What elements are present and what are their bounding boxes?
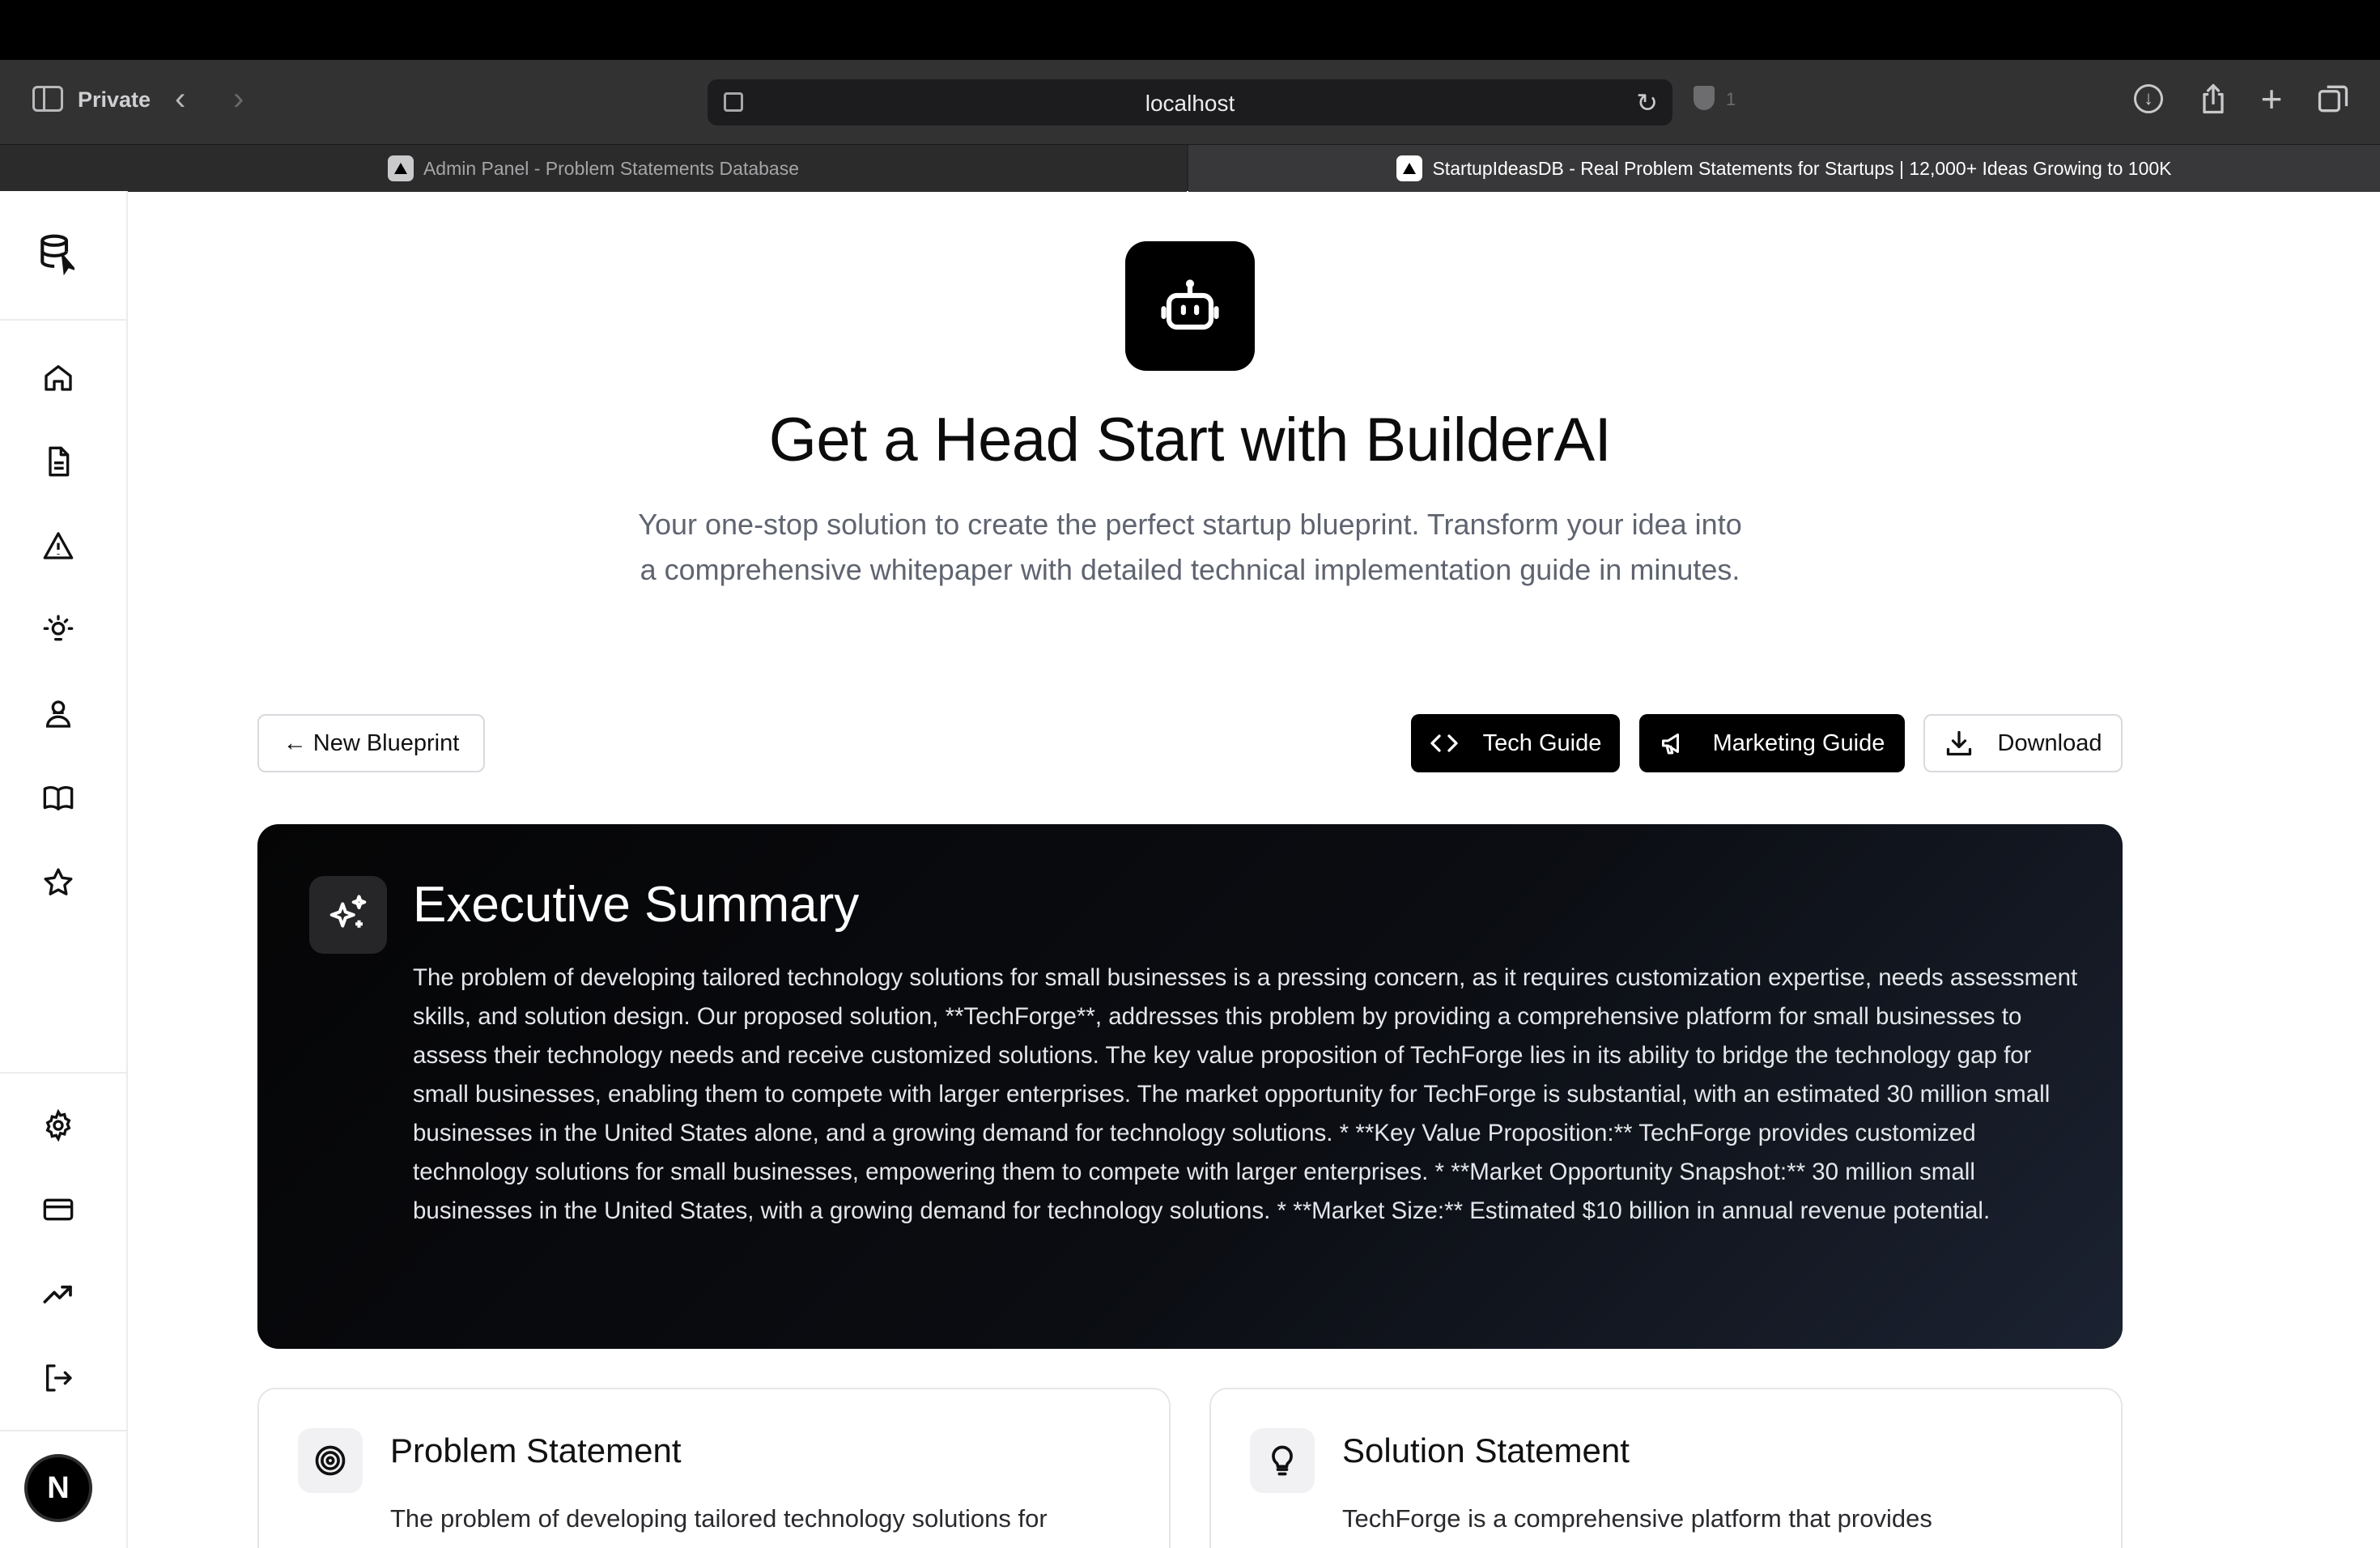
download-button[interactable]: Download — [1923, 714, 2123, 772]
tech-guide-label: Tech Guide — [1482, 729, 1602, 756]
favicon-icon — [1396, 155, 1423, 181]
sidebar-divider — [0, 1430, 128, 1431]
problem-statement-text: The problem of developing tailored techn… — [390, 1504, 1048, 1533]
new-blueprint-button[interactable]: ← New Blueprint — [257, 714, 485, 772]
tab-bar: Admin Panel - Problem Statements Databas… — [0, 144, 2380, 192]
solution-statement-text: TechForge is a comprehensive platform th… — [1342, 1504, 1932, 1533]
logout-icon — [46, 1364, 72, 1392]
favicon-icon — [387, 155, 414, 181]
sidebar-toggle-icon[interactable] — [32, 86, 63, 112]
users-icon — [45, 700, 71, 728]
star-icon — [44, 868, 73, 895]
tab-admin-panel[interactable]: Admin Panel - Problem Statements Databas… — [0, 145, 1187, 192]
megaphone-icon — [1661, 734, 1679, 755]
page-title: Get a Head Start with BuilderAI — [768, 406, 1612, 474]
download-label: Download — [1997, 729, 2102, 756]
marketing-guide-button[interactable]: Marketing Guide — [1639, 714, 1905, 772]
executive-summary-title: Executive Summary — [413, 877, 860, 933]
gear-icon — [45, 1109, 71, 1142]
sidebar-item-analytics[interactable] — [40, 1276, 76, 1312]
sidebar-item-library[interactable] — [40, 780, 76, 816]
sidebar-item-favorites[interactable] — [40, 865, 76, 900]
avatar[interactable]: N — [24, 1454, 92, 1522]
document-icon — [49, 446, 70, 477]
new-tab-icon[interactable]: + — [2254, 80, 2289, 117]
credit-card-icon — [43, 1198, 74, 1221]
trending-up-icon — [43, 1285, 72, 1303]
sidebar-item-billing[interactable] — [40, 1192, 76, 1227]
sidebar-item-documents[interactable] — [40, 444, 76, 479]
problem-statement-card: Problem Statement The problem of develop… — [257, 1388, 1171, 1548]
tab-title: StartupIdeasDB - Real Problem Statements… — [1432, 157, 2172, 179]
forward-button[interactable]: › — [233, 83, 244, 115]
sparkles-icon — [309, 876, 387, 954]
share-icon[interactable] — [2195, 81, 2231, 117]
download-icon — [1946, 730, 1971, 756]
sidebar-item-logout[interactable] — [40, 1360, 76, 1396]
sidebar-item-users[interactable] — [40, 696, 76, 732]
sidebar-item-settings[interactable] — [40, 1108, 76, 1143]
solution-statement-title: Solution Statement — [1342, 1431, 1630, 1469]
sidebar-divider — [0, 319, 128, 321]
tab-startupideasdb[interactable]: StartupIdeasDB - Real Problem Statements… — [1188, 145, 2380, 192]
back-button[interactable]: ‹ — [175, 83, 185, 115]
tab-overview-icon[interactable] — [2315, 81, 2351, 117]
sidebar-item-ideas[interactable] — [40, 612, 76, 648]
url-text[interactable]: localhost — [708, 91, 1672, 117]
private-mode-label: Private — [78, 87, 151, 112]
browser-toolbar: Private ‹ › localhost ↻ 1 ↓ + — [0, 60, 2380, 144]
warning-icon — [43, 532, 74, 559]
marketing-guide-label: Marketing Guide — [1712, 729, 1885, 756]
database-logo-icon[interactable] — [37, 233, 78, 276]
download-icon[interactable]: ↓ — [2134, 84, 2163, 113]
lightbulb-icon — [43, 615, 74, 641]
sidebar-item-home[interactable] — [40, 359, 76, 395]
sidebar-item-problems[interactable] — [40, 528, 76, 563]
lightbulb-icon — [1250, 1428, 1315, 1493]
sidebar-divider — [0, 1072, 128, 1074]
solution-statement-card: Solution Statement TechForge is a compre… — [1209, 1388, 2123, 1548]
executive-summary-card: Executive Summary The problem of develop… — [257, 824, 2123, 1349]
privacy-shield-count: 1 — [1726, 89, 1736, 109]
tech-guide-button[interactable]: Tech Guide — [1411, 714, 1620, 772]
executive-summary-body: The problem of developing tailored techn… — [413, 964, 2078, 1224]
menu-bar-strip — [0, 0, 2380, 60]
bot-icon — [1125, 241, 1255, 371]
app-sidebar: N — [0, 191, 128, 1548]
new-blueprint-label: ← New Blueprint — [283, 729, 460, 756]
book-icon — [43, 785, 74, 810]
problem-statement-title: Problem Statement — [390, 1431, 682, 1469]
page-subtitle: Your one-stop solution to create the per… — [638, 508, 1742, 586]
address-bar[interactable]: localhost ↻ — [708, 79, 1672, 125]
target-icon — [298, 1428, 363, 1493]
privacy-shield-icon[interactable] — [1694, 86, 1715, 110]
tab-title: Admin Panel - Problem Statements Databas… — [423, 157, 800, 179]
home-icon — [45, 365, 72, 391]
reload-icon[interactable]: ↻ — [1636, 87, 1658, 118]
code-icon — [1430, 734, 1458, 752]
